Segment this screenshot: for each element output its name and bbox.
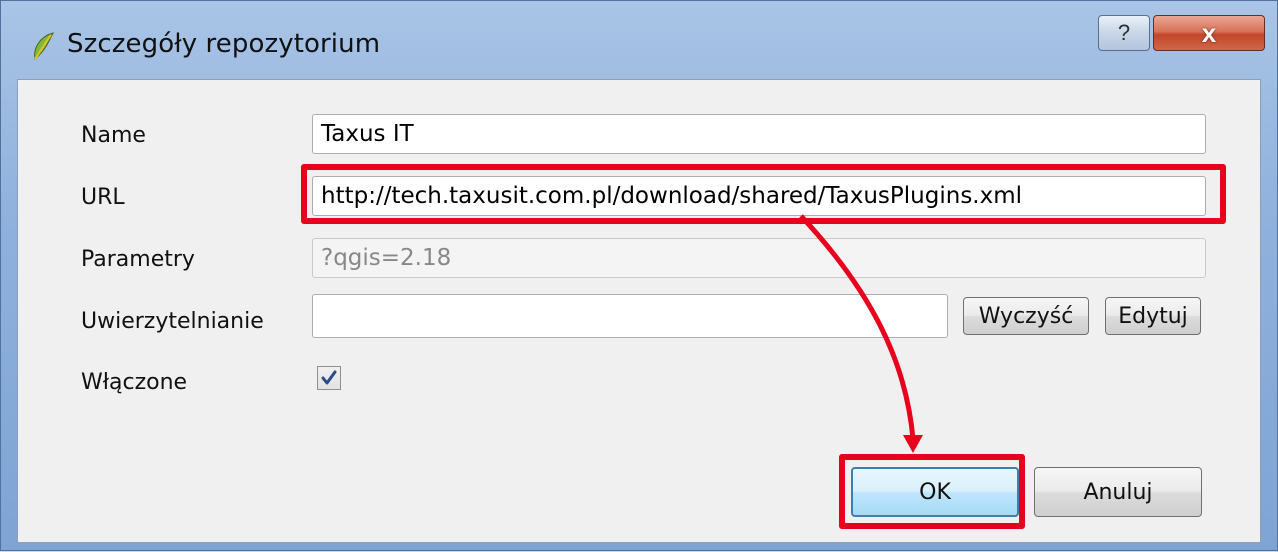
ok-button[interactable]: OK (851, 467, 1019, 517)
cancel-button[interactable]: Anuluj (1034, 467, 1202, 517)
qgis-app-icon (31, 31, 55, 61)
help-icon: ? (1117, 20, 1131, 45)
close-button[interactable]: x (1153, 15, 1265, 51)
ok-button-label: OK (919, 479, 951, 505)
name-label: Name (81, 123, 146, 148)
url-label: URL (81, 185, 125, 210)
auth-label: Uwierzytelnianie (81, 309, 264, 334)
edit-button-label: Edytuj (1118, 303, 1188, 329)
edit-button[interactable]: Edytuj (1105, 297, 1201, 335)
enabled-label: Włączone (81, 370, 188, 395)
params-input: ?qgis=2.18 (312, 238, 1206, 278)
dialog-window: Szczegóły repozytorium ? x Name Taxus IT… (0, 0, 1278, 551)
clear-button-label: Wyczyść (978, 303, 1074, 329)
window-title: Szczegóły repozytorium (67, 29, 381, 59)
name-input[interactable]: Taxus IT (312, 114, 1206, 154)
enabled-checkbox[interactable] (317, 366, 341, 390)
close-icon: x (1201, 17, 1217, 48)
help-button[interactable]: ? (1098, 15, 1150, 51)
params-label: Parametry (81, 247, 195, 272)
cancel-button-label: Anuluj (1083, 479, 1153, 505)
clear-button[interactable]: Wyczyść (963, 297, 1089, 335)
title-bar[interactable]: Szczegóły repozytorium ? x (1, 1, 1277, 79)
url-input[interactable]: http://tech.taxusit.com.pl/download/shar… (312, 176, 1206, 216)
auth-input[interactable] (312, 294, 948, 338)
checkmark-icon (321, 370, 337, 385)
